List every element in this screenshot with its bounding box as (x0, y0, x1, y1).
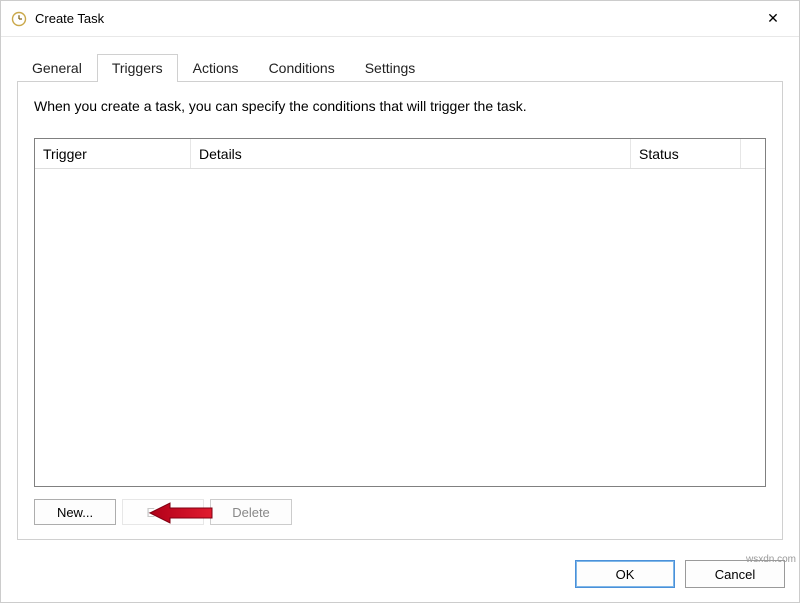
dialog-button-row: OK Cancel (1, 550, 799, 602)
col-header-pad (741, 139, 765, 168)
tab-general[interactable]: General (17, 54, 97, 82)
create-task-window: Create Task ✕ General Triggers Actions C… (0, 0, 800, 603)
table-body-empty (35, 169, 765, 486)
window-title: Create Task (35, 11, 753, 26)
col-header-status[interactable]: Status (631, 139, 741, 168)
close-button[interactable]: ✕ (753, 4, 793, 34)
tab-conditions[interactable]: Conditions (254, 54, 350, 82)
tab-strip: General Triggers Actions Conditions Sett… (17, 51, 783, 81)
panel-description: When you create a task, you can specify … (34, 98, 766, 114)
tab-triggers[interactable]: Triggers (97, 54, 178, 82)
dialog-content: General Triggers Actions Conditions Sett… (1, 37, 799, 550)
triggers-panel: When you create a task, you can specify … (17, 81, 783, 540)
delete-trigger-button[interactable]: Delete (210, 499, 292, 525)
col-header-details[interactable]: Details (191, 139, 631, 168)
new-trigger-button[interactable]: New... (34, 499, 116, 525)
triggers-table[interactable]: Trigger Details Status (34, 138, 766, 487)
clock-icon (11, 11, 27, 27)
tab-actions[interactable]: Actions (178, 54, 254, 82)
trigger-button-row: New... Edit... Delete (34, 499, 766, 525)
table-header: Trigger Details Status (35, 139, 765, 169)
watermark-text: wsxdn.com (746, 554, 796, 565)
tab-settings[interactable]: Settings (350, 54, 431, 82)
edit-trigger-button[interactable]: Edit... (122, 499, 204, 525)
close-icon: ✕ (767, 10, 779, 27)
ok-button[interactable]: OK (575, 560, 675, 588)
titlebar: Create Task ✕ (1, 1, 799, 37)
col-header-trigger[interactable]: Trigger (35, 139, 191, 168)
